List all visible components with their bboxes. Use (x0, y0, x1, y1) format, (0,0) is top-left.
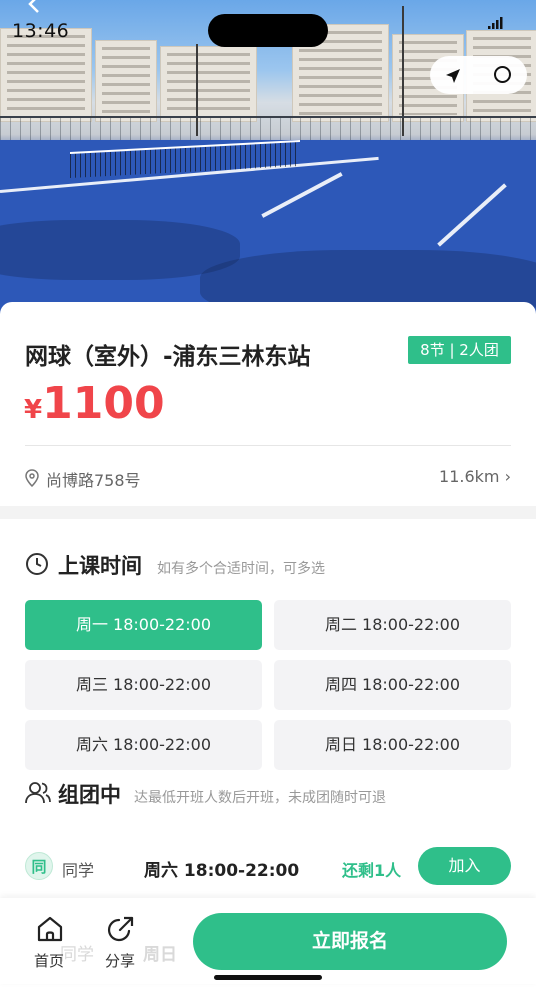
status-time: 13:46 (12, 20, 70, 42)
venue-distance[interactable]: 11.6km › (439, 467, 511, 486)
time-slot-thu[interactable]: 周四 18:00-22:00 (274, 660, 511, 710)
back-icon[interactable] (24, 0, 44, 14)
home-indicator (214, 975, 322, 980)
session-badge: 8节 | 2人团 (408, 336, 511, 364)
group-peek-time: 周日 (143, 945, 177, 965)
signal-icon (488, 17, 503, 29)
share-tab-label[interactable]: 分享 (105, 950, 135, 971)
join-group-button[interactable]: 加入 (418, 847, 511, 885)
building (95, 40, 157, 122)
groups-hint: 达最低开班人数后开班，未成团随时可退 (134, 790, 386, 806)
building (160, 46, 257, 122)
course-title: 网球（室外）-浦东三林东站 (25, 344, 311, 370)
schedule-title: 上课时间 (58, 554, 142, 578)
building (0, 28, 92, 122)
home-tab-label[interactable]: 首页 (34, 950, 64, 971)
currency-symbol: ¥ (24, 395, 43, 425)
groups-title: 组团中 (58, 783, 121, 807)
price-amount: 1100 (42, 378, 165, 429)
course-price: ¥1100 (24, 378, 165, 429)
time-slot-wed[interactable]: 周三 18:00-22:00 (25, 660, 262, 710)
navigate-icon[interactable] (444, 67, 462, 85)
schedule-hint: 如有多个合适时间，可多选 (157, 561, 325, 577)
group-peek-name: 同学 (60, 945, 94, 965)
camera-notch (208, 14, 328, 47)
group-member-name: 同学 (62, 861, 95, 880)
divider (25, 445, 511, 446)
people-icon (25, 782, 51, 804)
time-slot-mon[interactable]: 周一 18:00-22:00 (25, 600, 262, 650)
court-photo (0, 0, 536, 320)
location-pin-icon (25, 469, 39, 487)
time-slot-sun[interactable]: 周日 18:00-22:00 (274, 720, 511, 770)
group-remaining: 还剩1人 (342, 861, 402, 880)
home-icon[interactable] (36, 915, 64, 943)
clock-icon (26, 553, 48, 575)
time-slot-sat[interactable]: 周六 18:00-22:00 (25, 720, 262, 770)
enroll-now-button[interactable]: 立即报名 (193, 913, 507, 970)
group-time: 周六 18:00-22:00 (144, 861, 300, 881)
group-avatar: 同 (25, 852, 53, 880)
venue-address[interactable]: 尚博路758号 (46, 467, 141, 491)
record-icon[interactable] (494, 66, 511, 83)
share-icon[interactable] (107, 915, 135, 943)
time-slot-tue[interactable]: 周二 18:00-22:00 (274, 600, 511, 650)
